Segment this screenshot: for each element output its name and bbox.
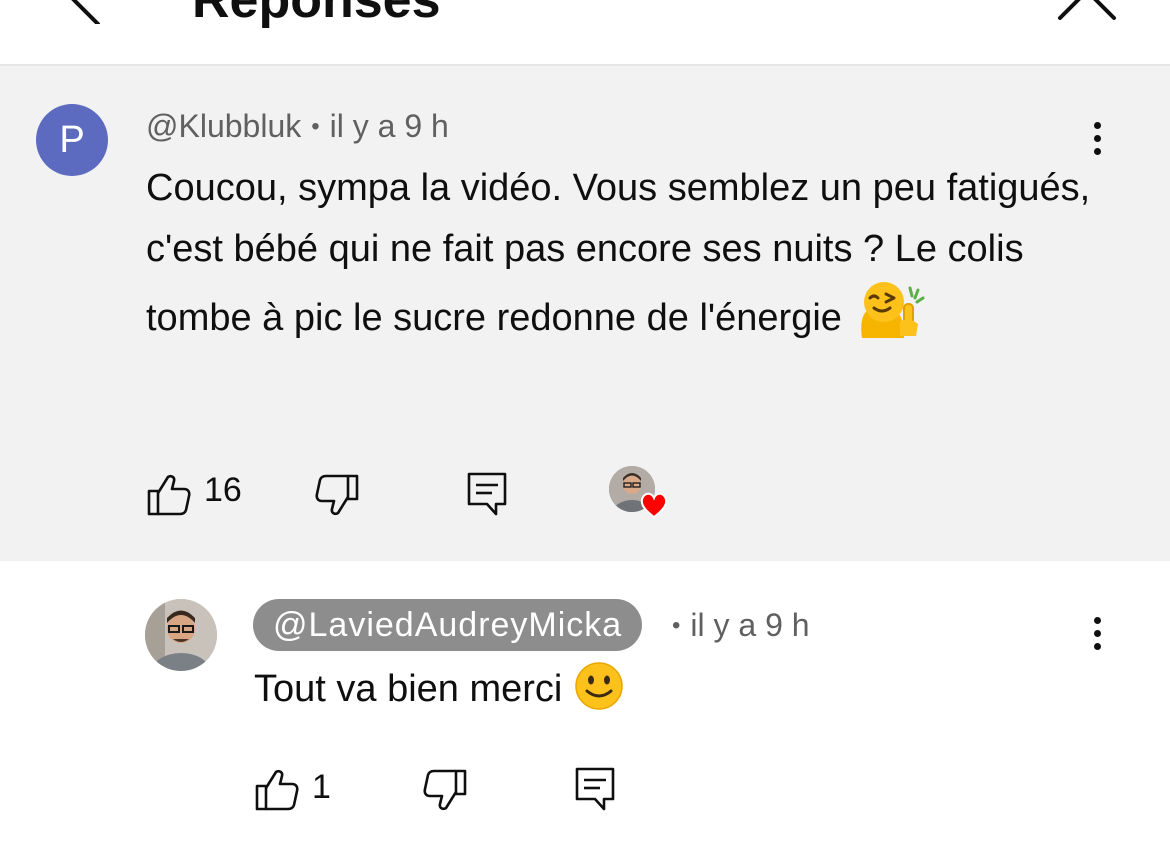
reply-comment: @LaviedAudreyMicka • il y a 9 h Tout va b…: [0, 561, 1170, 844]
thumb-down-icon[interactable]: [422, 767, 468, 813]
replies-header: Réponses: [0, 0, 1170, 66]
user-photo-icon: [145, 599, 217, 671]
reply-actions: 1: [0, 763, 1170, 813]
like-count: 16: [204, 471, 242, 509]
reply-time: il y a 9 h: [690, 607, 810, 643]
reply-body: Tout va bien merci: [254, 668, 563, 710]
avatar[interactable]: P: [36, 104, 108, 176]
creator-handle-badge[interactable]: @LaviedAudreyMicka: [253, 599, 643, 651]
comment-actions: 16: [0, 462, 1170, 519]
thumb-down-icon[interactable]: [314, 472, 360, 518]
reply-comment-icon[interactable]: [464, 470, 510, 516]
thumb-up-icon[interactable]: [146, 472, 192, 518]
creator-heart-badge: [609, 466, 669, 522]
reply-text: Tout va bien merci: [254, 661, 624, 717]
more-vertical-icon[interactable]: [1092, 617, 1102, 657]
meta-separator: •: [311, 113, 320, 140]
like-count: 1: [312, 768, 331, 806]
reply-meta: • il y a 9 h: [662, 605, 810, 646]
slightly-smiling-face-emoji: [575, 662, 624, 710]
page-title: Réponses: [192, 0, 441, 29]
reply-comment-icon[interactable]: [572, 765, 618, 811]
avatar[interactable]: [145, 599, 217, 671]
comment-author[interactable]: @Klubbluk: [146, 108, 301, 144]
chevron-left-icon[interactable]: [60, 0, 120, 24]
heart-icon: [640, 492, 668, 519]
close-icon[interactable]: [1056, 0, 1118, 22]
comment-meta: @Klubbluk • il y a 9 h: [146, 106, 449, 147]
comment-text: Coucou, sympa la vidéo. Vous semblez un …: [146, 158, 1106, 349]
hugging-face-emoji: [861, 282, 925, 338]
thumb-up-icon[interactable]: [254, 767, 300, 813]
more-vertical-icon[interactable]: [1092, 122, 1102, 162]
comment-body: Coucou, sympa la vidéo. Vous semblez un …: [146, 167, 1091, 339]
meta-separator: •: [672, 612, 681, 639]
parent-comment: P @Klubbluk • il y a 9 h Coucou, sympa la …: [0, 66, 1170, 561]
comment-time: il y a 9 h: [329, 108, 449, 144]
